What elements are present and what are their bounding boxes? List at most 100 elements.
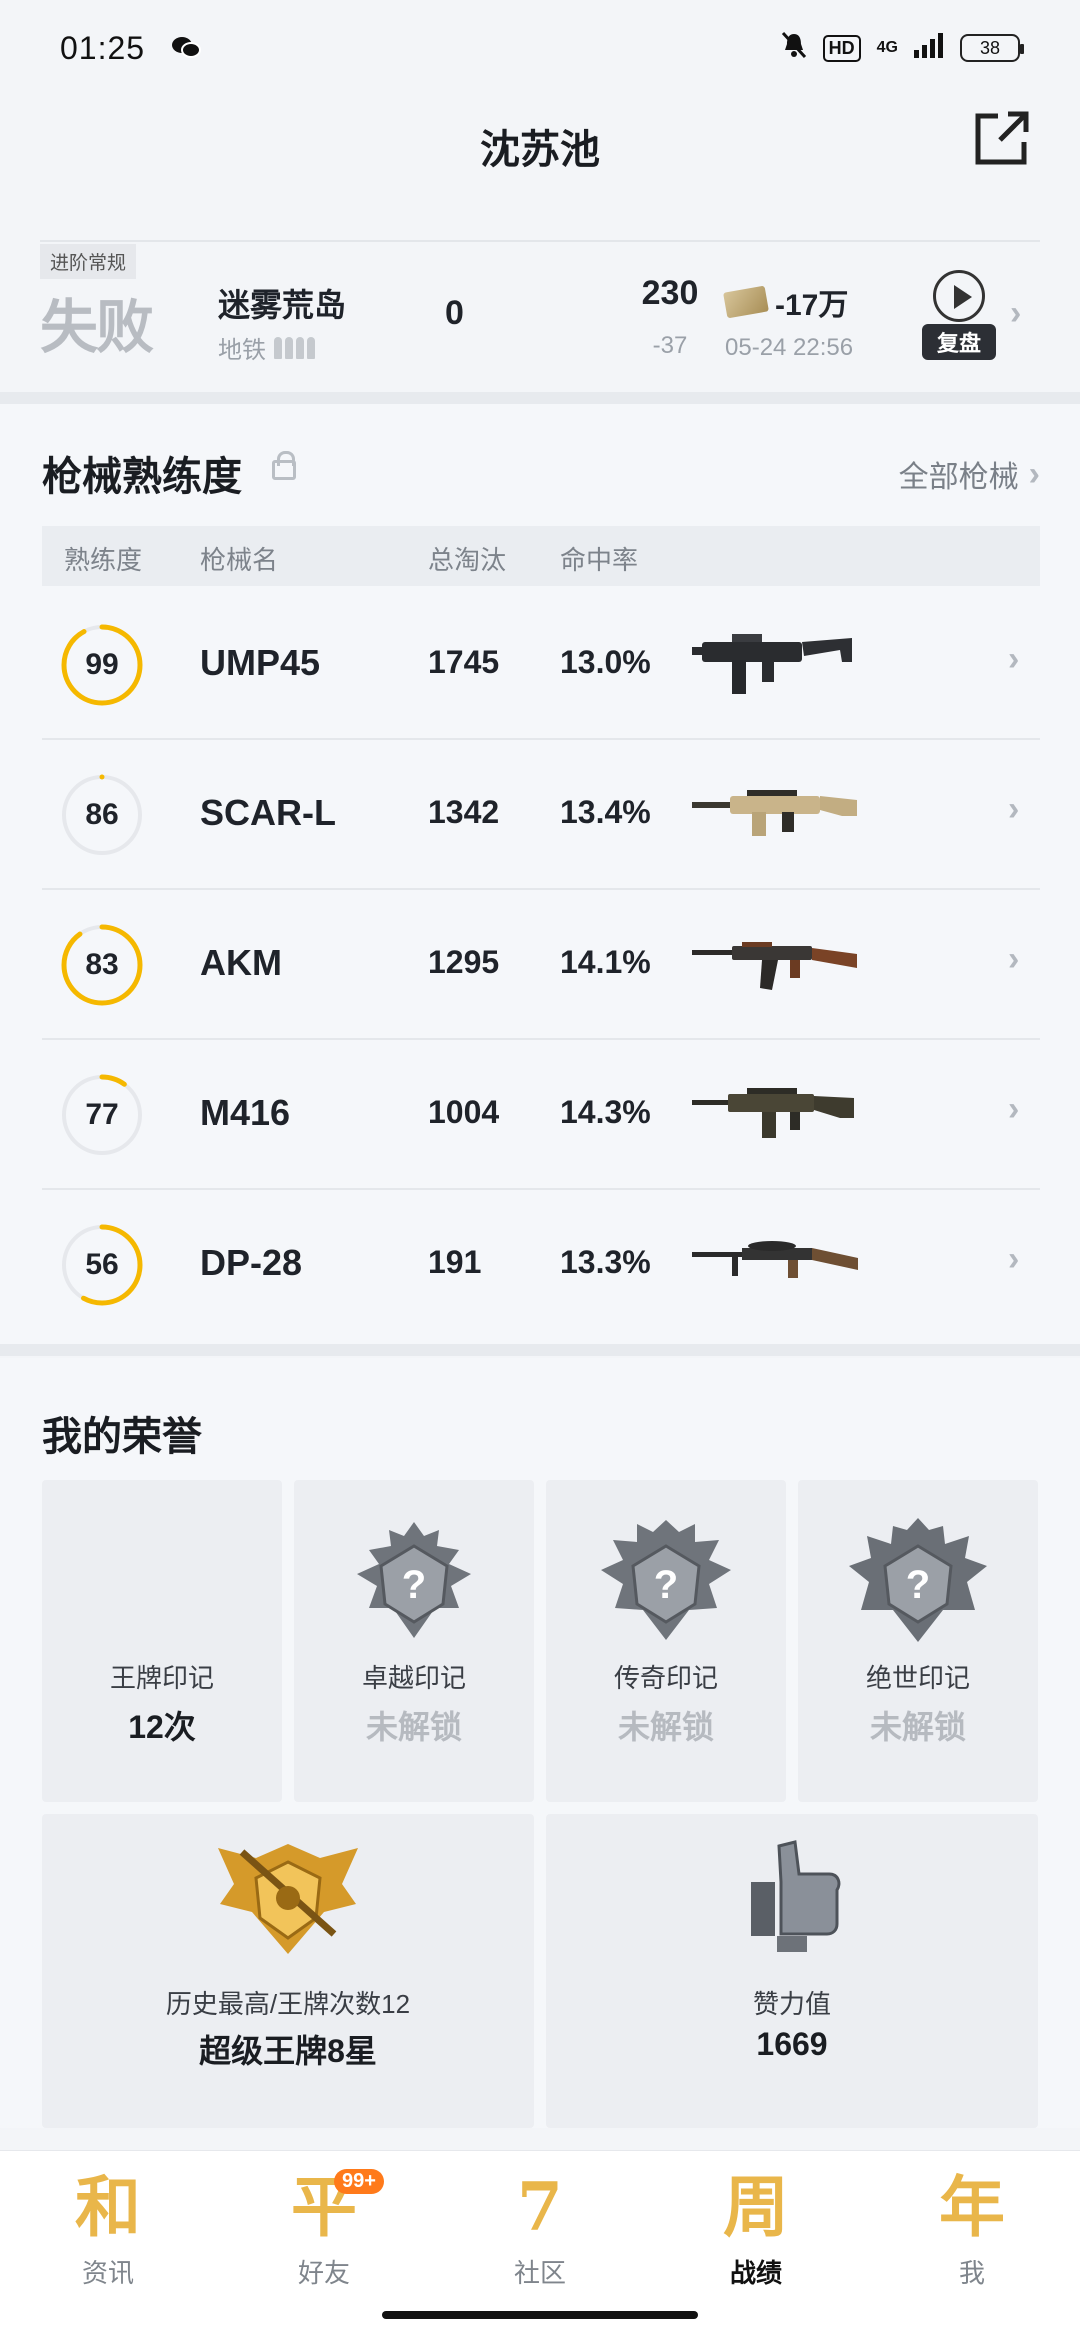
honor-label: 赞力值 [752,1989,831,2019]
weapon-row[interactable]: 56 DP-28 191 13.3% › [42,1190,1040,1340]
weapon-kills: 1004 [428,1094,500,1130]
wechat-icon [171,35,202,61]
friends-icon: 平 [291,2168,357,2246]
proficiency-ring: 77 [60,1073,144,1157]
weapon-name: UMP45 [200,642,321,683]
chevron-right-icon: › [1008,1090,1020,1128]
weapon-kills: 1745 [428,644,500,680]
nav-friends[interactable]: 平 99+ 好友 [216,2165,432,2290]
match-kills: 0 [445,294,464,332]
honor-label: 传奇印记 [613,1663,718,1693]
signal-icon [914,32,944,64]
honor-card-excellent[interactable]: ? 卓越印记 未解锁 [294,1480,534,1802]
header-proficiency: 熟练度 [64,545,143,575]
mode-tag: 进阶常规 [40,244,137,279]
weapon-proficiency-section: 枪械熟练度 全部枪械 › 熟练度 枪械名 总淘汰 命中率 99 UMP45 17… [0,404,1080,1344]
replay-label: 复盘 [922,324,996,360]
weapon-kills: 1295 [428,944,500,980]
honor-value: 未解锁 [365,1709,462,1745]
ump45-image [692,620,862,710]
akm-image [692,920,862,1010]
nav-me[interactable]: 年 我 [864,2165,1080,2290]
honor-value: 1669 [756,2026,828,2062]
nav-label: 好友 [297,2258,350,2288]
network-label: 4G [876,39,898,56]
locked-badge-icon: ? [591,1516,741,1651]
header-accuracy: 命中率 [560,545,639,575]
me-icon: 年 [939,2168,1005,2246]
nav-news[interactable]: 和 资讯 [0,2165,216,2290]
honor-card-peerless[interactable]: ? 绝世印记 未解锁 [798,1480,1038,1802]
honor-label: 王牌印记 [109,1663,214,1693]
weapon-section-title: 枪械熟练度 [42,455,242,499]
match-rating: 230 [641,274,699,312]
match-record-row[interactable]: 进阶常规 失败 迷雾荒岛 地铁 0 230 -37 -17万 05-24 22:… [40,240,1040,390]
chevron-right-icon: › [1008,1240,1020,1278]
honor-card-ace[interactable]: 王牌印记 12次 [42,1480,282,1802]
map-name: 迷雾荒岛 [218,287,347,323]
weapon-name: AKM [200,942,282,983]
chevron-right-icon: › [1008,940,1020,978]
match-date: 05-24 22:56 [725,334,854,361]
notification-badge: 99+ [334,2169,384,2194]
all-weapons-link[interactable]: 全部枪械 › [899,452,1040,496]
weapon-row[interactable]: 86 SCAR-L 1342 13.4% › [42,740,1040,890]
battery-icon: 38 [960,34,1024,62]
svg-text:?: ? [906,1563,930,1607]
chevron-right-icon: › [1028,454,1040,493]
news-icon: 和 [75,2168,141,2246]
proficiency-level: 56 [85,1248,119,1281]
nav-records[interactable]: 周 战绩 [648,2165,864,2290]
honor-value: 未解锁 [869,1709,966,1745]
proficiency-level: 86 [85,798,119,831]
proficiency-ring: 99 [60,623,144,707]
header-total-kills: 总淘汰 [428,545,507,575]
map-sub: 地铁 [218,330,315,365]
chevron-right-icon: › [1008,790,1020,828]
thumbs-up-icon [737,1838,847,1963]
header-weapon-name: 枪械名 [200,545,279,575]
honor-label: 卓越印记 [361,1663,466,1693]
section-divider [0,392,1080,404]
status-bar: 01:25 HD 4G 38 [0,0,1080,96]
honor-value: 超级王牌8星 [199,2033,377,2069]
title-bar: 沈苏池 [0,96,1080,196]
proficiency-ring: 56 [60,1223,144,1307]
svg-text:?: ? [402,1563,426,1607]
weapon-table-header: 熟练度 枪械名 总淘汰 命中率 [42,526,1040,586]
dp-28-image [692,1220,862,1310]
weapon-row[interactable]: 99 UMP45 1745 13.0% › [42,590,1040,740]
weapon-kills: 1342 [428,794,500,830]
weapon-kills: 191 [428,1244,482,1280]
honor-label: 历史最高/王牌次数12 [165,1989,411,2019]
honor-card-highest-tier[interactable]: 历史最高/王牌次数12 超级王牌8星 [42,1814,534,2128]
all-weapons-label: 全部枪械 [898,461,1019,494]
nav-community[interactable]: 7 社区 [432,2165,648,2290]
locked-badge-icon: ? [843,1516,993,1651]
replay-button[interactable]: 复盘 [922,270,996,360]
sub-mode: 地铁 [218,337,266,364]
share-icon[interactable] [972,108,1032,168]
weapon-accuracy: 13.0% [560,644,651,680]
weapon-row[interactable]: 83 AKM 1295 14.1% › [42,890,1040,1040]
svg-text:?: ? [654,1563,678,1607]
home-indicator[interactable] [382,2311,698,2319]
nav-label: 战绩 [729,2258,782,2288]
match-result: 失败 [40,295,154,360]
lock-icon[interactable] [272,451,296,480]
status-time: 01:25 [60,29,146,66]
weapon-name: SCAR-L [200,792,336,833]
weapon-row[interactable]: 77 M416 1004 14.3% › [42,1040,1040,1190]
nav-label: 资讯 [81,2258,134,2288]
honor-value: 未解锁 [617,1709,714,1745]
records-icon: 周 [723,2168,789,2246]
chevron-right-icon: › [1008,640,1020,678]
mute-icon [781,31,807,65]
cash-icon [723,285,769,319]
honor-card-likes[interactable]: 赞力值 1669 [546,1814,1038,2128]
honor-card-legend[interactable]: ? 传奇印记 未解锁 [546,1480,786,1802]
proficiency-level: 77 [85,1098,119,1131]
money-value: -17万 [775,289,849,322]
honor-label: 绝世印记 [865,1663,970,1693]
page-title: 沈苏池 [480,128,600,172]
